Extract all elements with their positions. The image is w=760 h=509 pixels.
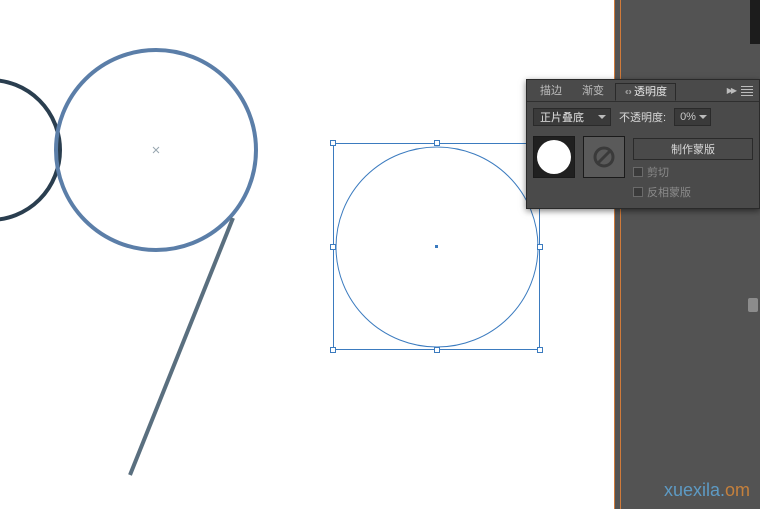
blend-mode-value: 正片叠底 <box>540 109 584 125</box>
vertical-scrollbar-thumb[interactable] <box>748 298 758 312</box>
selection-bounding-box[interactable] <box>333 143 540 350</box>
panel-tabs: 描边 渐变 透明度 ▶▶ <box>527 80 759 102</box>
selection-center-point <box>435 245 438 248</box>
make-mask-button[interactable]: 制作蒙版 <box>633 138 753 160</box>
artboard-canvas[interactable] <box>0 0 614 509</box>
checkbox-icon <box>633 187 643 197</box>
watermark-text: xuexila.om <box>664 480 750 501</box>
resize-handle-top-middle[interactable] <box>434 140 440 146</box>
panel-menu-area: ▶▶ <box>727 86 755 96</box>
object-thumbnail[interactable] <box>533 136 575 178</box>
chevron-down-icon <box>699 115 707 119</box>
clip-label: 剪切 <box>647 164 669 180</box>
checkbox-icon <box>633 167 643 177</box>
resize-handle-top-left[interactable] <box>330 140 336 146</box>
opacity-value: 0% <box>680 111 696 123</box>
chevron-down-icon <box>598 115 606 119</box>
opacity-label: 不透明度: <box>619 109 666 125</box>
mask-thumbnail[interactable] <box>583 136 625 178</box>
resize-handle-middle-right[interactable] <box>537 244 543 250</box>
flyout-arrows-icon[interactable]: ▶▶ <box>727 86 735 95</box>
invert-mask-label: 反相蒙版 <box>647 184 691 200</box>
tab-gradient[interactable]: 渐变 <box>573 82 613 100</box>
panel-menu-icon[interactable] <box>741 86 753 96</box>
transparency-panel[interactable]: 描边 渐变 透明度 ▶▶ 正片叠底 不透明度: 0% <box>526 79 760 209</box>
tab-transparency-label: 透明度 <box>634 86 667 98</box>
invert-mask-checkbox-row[interactable]: 反相蒙版 <box>633 184 753 200</box>
ruler-guide-line <box>614 0 615 509</box>
object-preview-icon <box>537 140 571 174</box>
resize-handle-middle-left[interactable] <box>330 244 336 250</box>
tab-transparency[interactable]: 透明度 <box>615 83 676 101</box>
tab-stroke[interactable]: 描边 <box>531 82 571 100</box>
resize-handle-bottom-left[interactable] <box>330 347 336 353</box>
mask-thumbnails-row: 制作蒙版 剪切 反相蒙版 <box>527 132 759 208</box>
link-icon <box>624 88 632 96</box>
opacity-input[interactable]: 0% <box>674 108 711 126</box>
clip-checkbox-row[interactable]: 剪切 <box>633 164 753 180</box>
no-symbol-icon <box>591 144 617 170</box>
resize-handle-bottom-middle[interactable] <box>434 347 440 353</box>
mask-options: 制作蒙版 剪切 反相蒙版 <box>633 136 753 200</box>
ruler-guide-line <box>620 0 621 509</box>
right-dock-area <box>614 0 760 509</box>
resize-handle-bottom-right[interactable] <box>537 347 543 353</box>
dock-corner <box>750 0 760 44</box>
blend-opacity-row: 正片叠底 不透明度: 0% <box>527 102 759 132</box>
blend-mode-dropdown[interactable]: 正片叠底 <box>533 108 611 126</box>
